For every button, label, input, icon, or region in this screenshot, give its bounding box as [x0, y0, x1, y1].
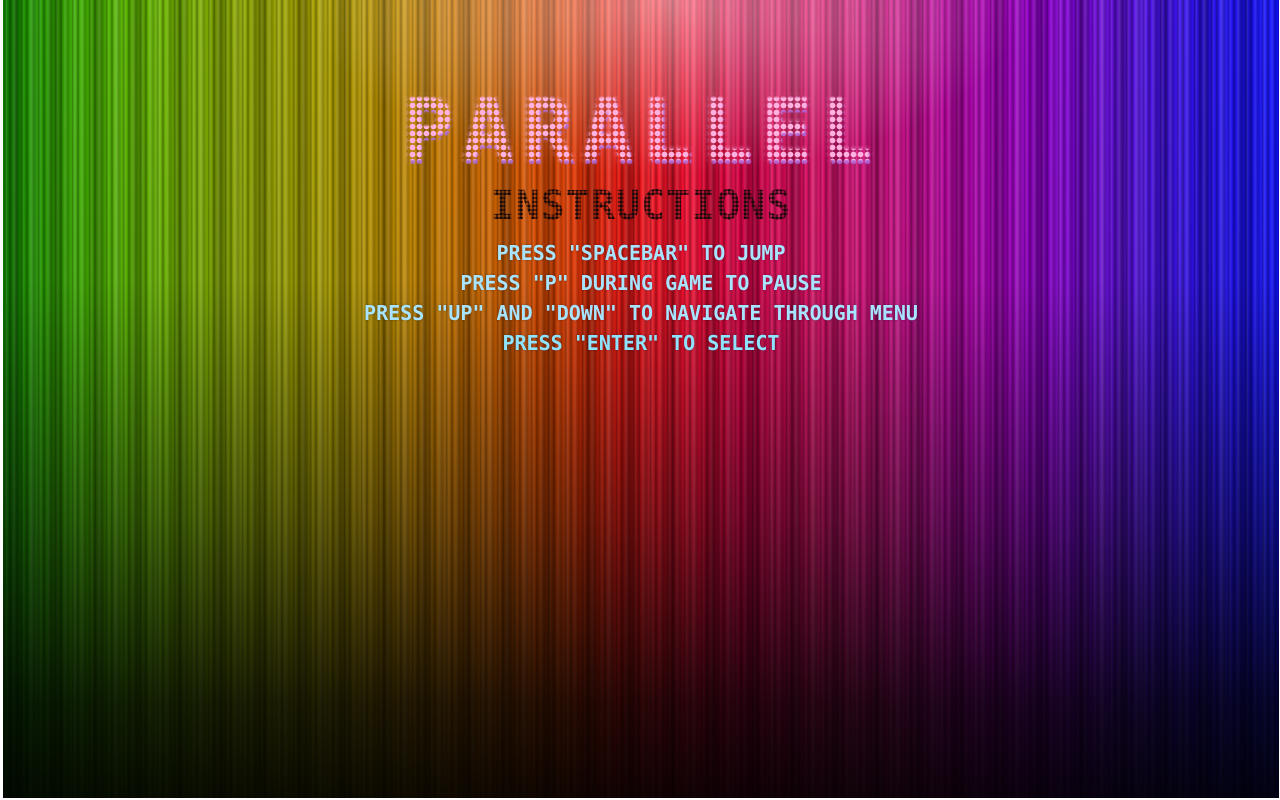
instructions-heading: INSTRUCTIONS [490, 183, 792, 229]
game-title-logo: PARALLEL [3, 88, 1279, 174]
instructions-screen: PARALLEL INSTRUCTIONS PRESS "SPACEBAR" T… [0, 0, 1280, 800]
instruction-jump: PRESS "SPACEBAR" TO JUMP [496, 241, 786, 265]
instructions-list: PRESS "SPACEBAR" TO JUMP PRESS "P" DURIN… [3, 238, 1279, 358]
instruction-select: PRESS "ENTER" TO SELECT [502, 331, 780, 355]
instruction-pause: PRESS "P" DURING GAME TO PAUSE [460, 271, 822, 295]
instruction-navigate: PRESS "UP" AND "DOWN" TO NAVIGATE THROUG… [364, 301, 918, 325]
